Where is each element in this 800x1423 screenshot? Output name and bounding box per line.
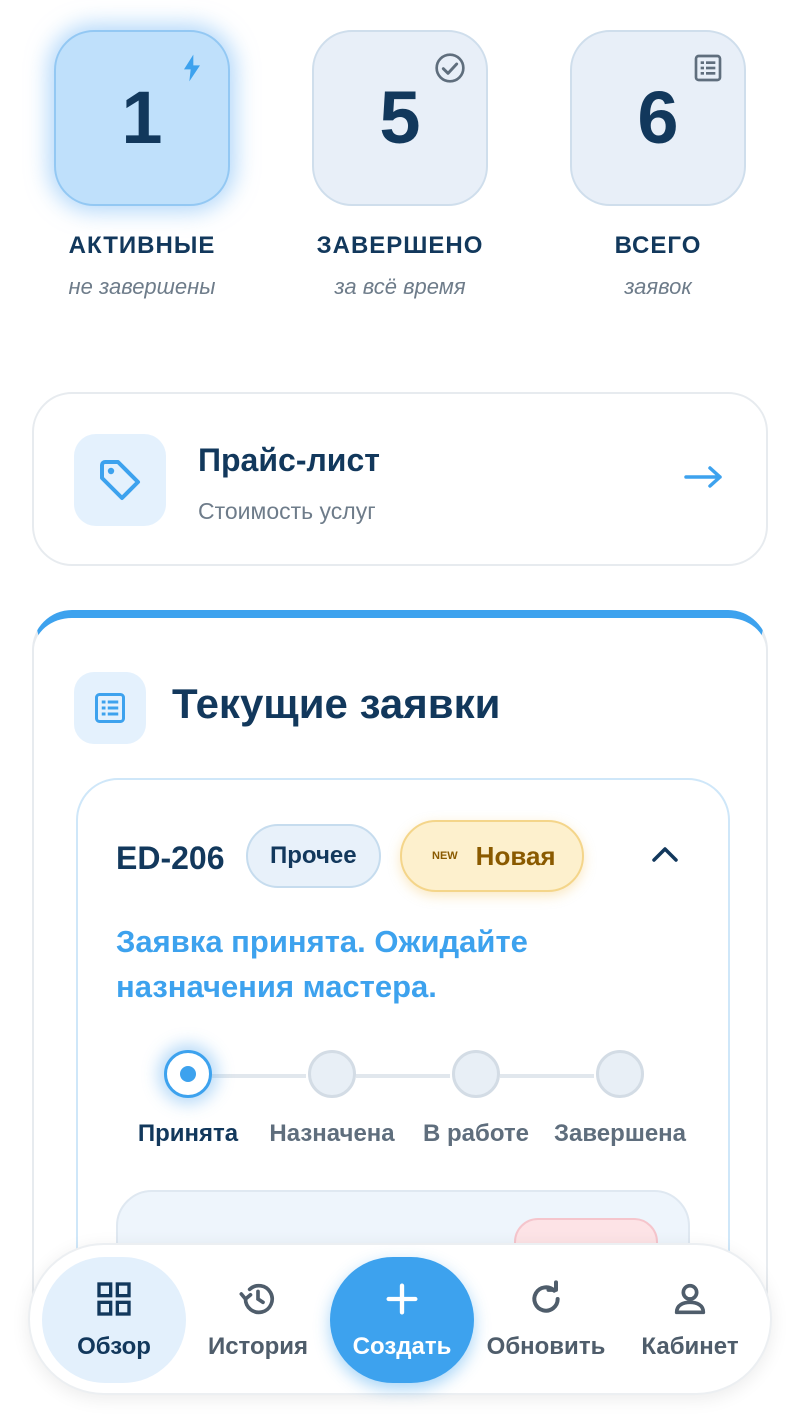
requests-title: Текущие заявки [172,680,501,727]
price-list-title: Прайс-лист [198,442,380,478]
chevron-up-icon[interactable] [650,844,680,864]
nav-cabinet[interactable]: Кабинет [618,1257,762,1383]
stat-total-value: 6 [637,76,679,159]
new-icon: NEW [432,850,458,862]
price-list-icon-box [74,434,166,526]
nav-overview-label: Обзор [77,1333,151,1360]
step-dot-accepted [164,1050,212,1098]
nav-create-button[interactable]: Создать [330,1257,474,1383]
step-dot-completed [596,1050,644,1098]
order-progress-steps: Принята Назначена В работе Завершена [78,1042,728,1162]
stat-active-label: АКТИВНЫЕ [68,232,216,259]
step-connector [356,1074,450,1078]
step-label-completed: Завершена [553,1120,687,1147]
plus-icon [386,1283,418,1315]
status-badge: NEW Новая [400,820,584,892]
bottom-nav: Обзор История Создать Обновить Кабинет [28,1243,772,1395]
category-badge: Прочее [246,824,381,888]
stat-total-box[interactable]: 6 [570,30,746,206]
stat-total-label: ВСЕГО [614,232,702,259]
list-icon [95,693,125,723]
order-status-message: Заявка принята. Ожидайте назначения маст… [116,924,528,1004]
stat-total-sub: заявок [624,274,692,299]
nav-refresh-label: Обновить [486,1333,606,1360]
stat-completed-box[interactable]: 5 [312,30,488,206]
step-connector [500,1074,594,1078]
grid-icon [97,1282,131,1316]
stat-active-value: 1 [121,76,163,159]
arrow-right-icon[interactable] [684,462,724,492]
price-list-card[interactable]: Прайс-лист Стоимость услуг [32,392,768,566]
step-label-in-progress: В работе [423,1120,529,1147]
nav-cabinet-label: Кабинет [641,1333,739,1360]
nav-overview[interactable]: Обзор [42,1257,186,1383]
status-badge-label: Новая [475,840,556,871]
order-id: ED-206 [116,840,225,876]
nav-history[interactable]: История [186,1257,330,1383]
stat-completed[interactable]: 5 ЗАВЕРШЕНО за всё время [310,30,490,300]
price-list-subtitle: Стоимость услуг [198,498,376,524]
stat-completed-label: ЗАВЕРШЕНО [316,232,484,259]
nav-refresh[interactable]: Обновить [474,1257,618,1383]
check-circle-icon [435,53,465,83]
nav-create-label: Создать [352,1333,452,1360]
stat-completed-value: 5 [379,76,421,159]
user-icon [674,1283,706,1315]
current-requests-card: Текущие заявки ED-206 Прочее NEW Новая З… [32,610,768,1330]
history-icon [239,1283,274,1315]
stat-active[interactable]: 1 АКТИВНЫЕ не завершены [52,30,232,300]
list-icon [694,54,722,82]
requests-icon-box [74,672,146,744]
refresh-icon [532,1280,560,1313]
step-connector [212,1074,306,1078]
stat-total[interactable]: 6 ВСЕГО заявок [568,30,748,300]
stat-completed-sub: за всё время [334,274,466,299]
step-label-assigned: Назначена [269,1120,395,1147]
step-label-accepted: Принята [137,1120,239,1147]
step-dot-in-progress [452,1050,500,1098]
step-dot-assigned [308,1050,356,1098]
nav-history-label: История [207,1333,309,1360]
stat-active-box[interactable]: 1 [54,30,230,206]
stat-active-sub: не завершены [68,274,216,299]
tag-icon [100,460,140,500]
lightning-icon [184,54,200,82]
